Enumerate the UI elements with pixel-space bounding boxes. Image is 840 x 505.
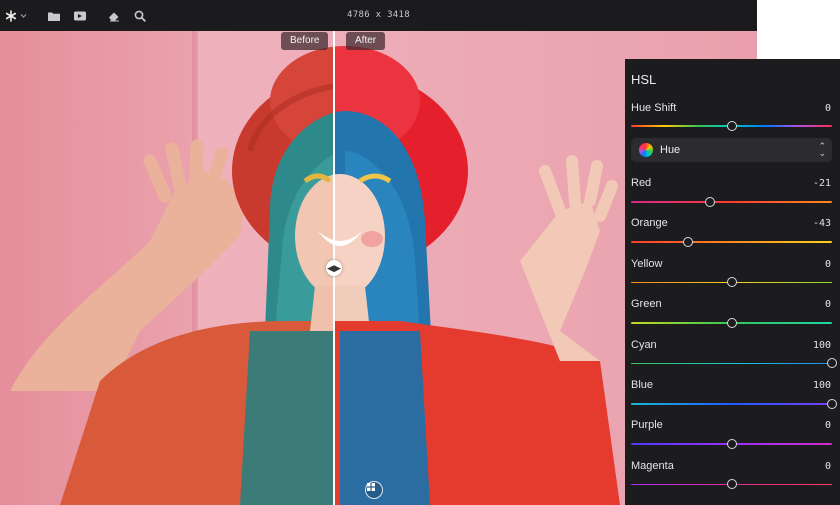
updown-chevron-icon: ⌃ ⌄ — [818, 141, 826, 158]
channel-label-cyan: Cyan — [631, 338, 657, 351]
grid-button-icon — [367, 483, 375, 491]
before-label: Before — [281, 32, 329, 50]
channel-slider-blue[interactable] — [631, 403, 832, 405]
app-menu-button[interactable] — [4, 5, 30, 27]
channel-value-purple: 0 — [824, 420, 831, 432]
channel-value-orange: -43 — [812, 218, 831, 230]
hue-shift-slider-thumb[interactable] — [726, 121, 737, 131]
channel-label-blue: Blue — [631, 379, 654, 391]
image-export-icon — [74, 11, 86, 20]
chevron-down-icon — [20, 13, 27, 18]
channel-slider-thumb-purple[interactable] — [726, 438, 737, 449]
channel-value-blue: 100 — [812, 380, 831, 391]
split-arrows-icon: ◀▶ — [327, 262, 341, 273]
hsl-mode-value: Hue — [660, 144, 681, 156]
channel-label-purple: Purple — [631, 419, 663, 432]
channel-slider-thumb-orange[interactable] — [683, 236, 694, 247]
open-folder-button[interactable] — [44, 5, 64, 27]
panel-title: HSL — [631, 72, 657, 87]
hue-shift-value: 0 — [824, 103, 831, 114]
channel-slider-red[interactable] — [631, 201, 832, 203]
compare-split-handle[interactable]: ◀▶ — [326, 260, 342, 276]
reset-view-button[interactable] — [365, 481, 383, 499]
hsl-panel: HSL Hue Shift 0 Hue ⌃ ⌄ Red -21 Orange -43 Ye… — [625, 59, 840, 505]
channel-slider-orange[interactable] — [631, 241, 832, 243]
channel-slider-thumb-cyan[interactable] — [827, 358, 837, 369]
channel-slider-thumb-magenta[interactable] — [726, 479, 737, 490]
eraser-button[interactable] — [104, 5, 124, 27]
magnifier-icon — [134, 10, 146, 22]
channel-value-yellow: 0 — [824, 258, 831, 270]
channel-label-yellow: Yellow — [631, 257, 663, 270]
channel-label-red: Red — [631, 177, 652, 189]
channel-slider-thumb-yellow[interactable] — [726, 277, 737, 288]
channel-value-green: 0 — [824, 299, 831, 311]
asterisk-logo-icon — [5, 9, 27, 22]
channel-slider-cyan[interactable] — [631, 362, 832, 365]
channel-label-orange: Orange — [631, 217, 668, 230]
channel-label-magenta: Magenta — [631, 459, 674, 472]
channel-slider-thumb-green[interactable] — [726, 317, 737, 328]
channel-value-red: -21 — [812, 178, 831, 189]
channel-value-cyan: 100 — [812, 339, 831, 351]
export-image-button[interactable] — [70, 5, 90, 27]
channel-label-green: Green — [631, 298, 662, 311]
color-wheel-icon — [639, 143, 653, 157]
after-label: After — [346, 32, 386, 50]
channel-value-magenta: 0 — [824, 460, 831, 472]
eraser-icon — [109, 12, 119, 21]
channel-slider-thumb-red[interactable] — [705, 196, 716, 207]
folder-icon — [48, 12, 60, 21]
hue-shift-label: Hue Shift — [631, 102, 677, 114]
zoom-button[interactable] — [130, 5, 150, 27]
hsl-mode-select[interactable]: Hue ⌃ ⌄ — [631, 138, 832, 162]
channel-slider-thumb-blue[interactable] — [827, 398, 837, 409]
top-toolbar: 4786 x 3418 — [0, 0, 757, 31]
